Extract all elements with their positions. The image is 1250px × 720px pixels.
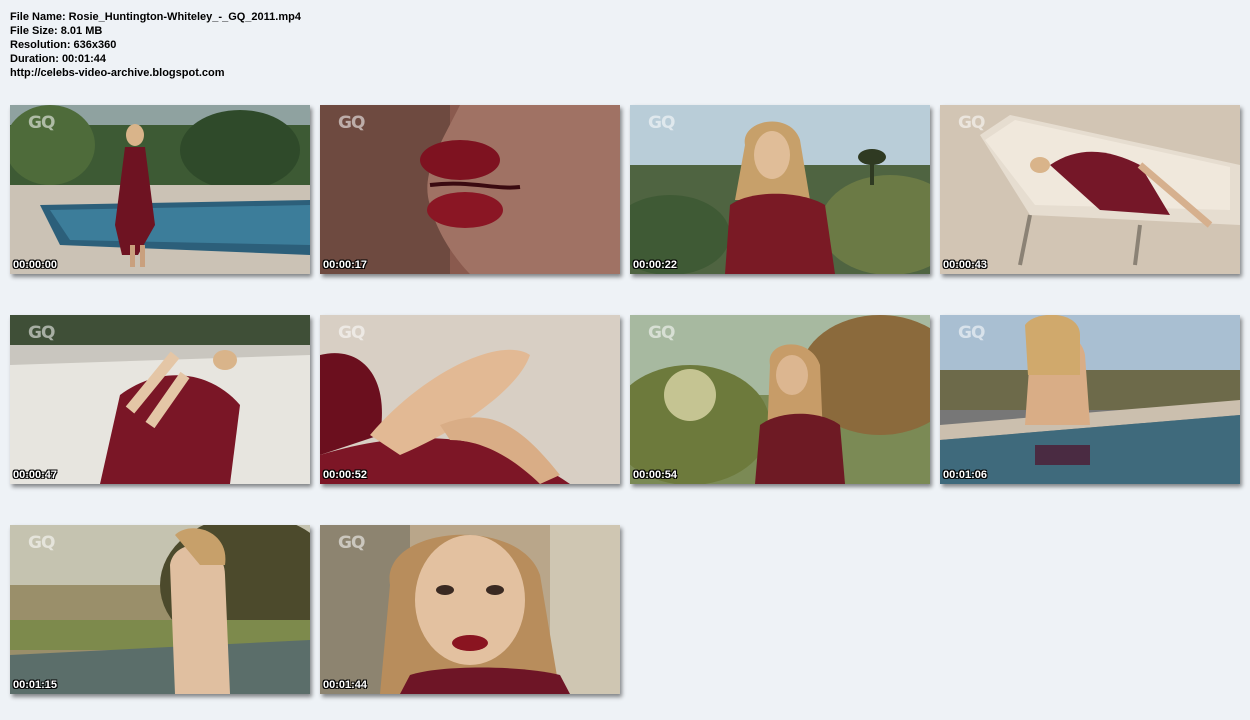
source-url-line: http://celebs-video-archive.blogspot.com xyxy=(10,67,225,79)
duration-line: Duration: 00:01:44 xyxy=(10,53,106,65)
gq-watermark: GQ xyxy=(28,113,55,133)
timestamp-label: 00:00:52 xyxy=(323,469,368,481)
thumbnail-lips-closeup[interactable]: GQ 00:00:17 xyxy=(320,105,620,274)
scene-image xyxy=(940,315,1240,484)
scene-image xyxy=(940,105,1240,274)
scene-image xyxy=(10,105,310,274)
file-name-line: File Name: Rosie_Huntington-Whiteley_-_G… xyxy=(10,11,301,23)
scene-image xyxy=(320,525,620,694)
gq-watermark: GQ xyxy=(338,533,365,553)
thumbnail-hillside-portrait[interactable]: GQ 00:00:22 xyxy=(630,105,930,274)
gq-watermark: GQ xyxy=(338,323,365,343)
gq-watermark: GQ xyxy=(958,113,985,133)
file-size-line: File Size: 8.01 MB xyxy=(10,25,103,37)
gq-watermark: GQ xyxy=(338,113,365,133)
thumbnail-lounger-legs[interactable]: GQ 00:00:47 xyxy=(10,315,310,484)
timestamp-label: 00:01:15 xyxy=(13,679,58,691)
file-info: File Name: Rosie_Huntington-Whiteley_-_G… xyxy=(10,10,301,80)
gq-watermark: GQ xyxy=(648,323,675,343)
gq-watermark: GQ xyxy=(28,533,55,553)
thumbnail-face-closeup[interactable]: GQ 00:01:44 xyxy=(320,525,620,694)
gq-watermark: GQ xyxy=(648,113,675,133)
scene-image xyxy=(10,525,310,694)
timestamp-label: 00:00:22 xyxy=(633,259,678,271)
thumbnail-legs-closeup[interactable]: GQ 00:00:52 xyxy=(320,315,620,484)
thumbnail-poolside-standing[interactable]: GQ 00:00:00 xyxy=(10,105,310,274)
scene-image xyxy=(630,105,930,274)
gq-watermark: GQ xyxy=(28,323,55,343)
gq-watermark: GQ xyxy=(958,323,985,343)
thumbnail-pool-back-view[interactable]: GQ 00:01:06 xyxy=(940,315,1240,484)
timestamp-label: 00:00:43 xyxy=(943,259,988,271)
thumbnail-lounger-reclining[interactable]: GQ 00:00:43 xyxy=(940,105,1240,274)
scene-image xyxy=(320,315,620,484)
timestamp-label: 00:00:47 xyxy=(13,469,58,481)
scene-image xyxy=(320,105,620,274)
timestamp-label: 00:01:44 xyxy=(323,679,368,691)
timestamp-label: 00:01:06 xyxy=(943,469,988,481)
timestamp-label: 00:00:00 xyxy=(13,259,58,271)
scene-image xyxy=(630,315,930,484)
resolution-line: Resolution: 636x360 xyxy=(10,39,117,51)
timestamp-label: 00:00:17 xyxy=(323,259,368,271)
thumbnail-garden-sunlight[interactable]: GQ 00:00:54 xyxy=(630,315,930,484)
thumbnail-poolside-back[interactable]: GQ 00:01:15 xyxy=(10,525,310,694)
timestamp-label: 00:00:54 xyxy=(633,469,678,481)
scene-image xyxy=(10,315,310,484)
